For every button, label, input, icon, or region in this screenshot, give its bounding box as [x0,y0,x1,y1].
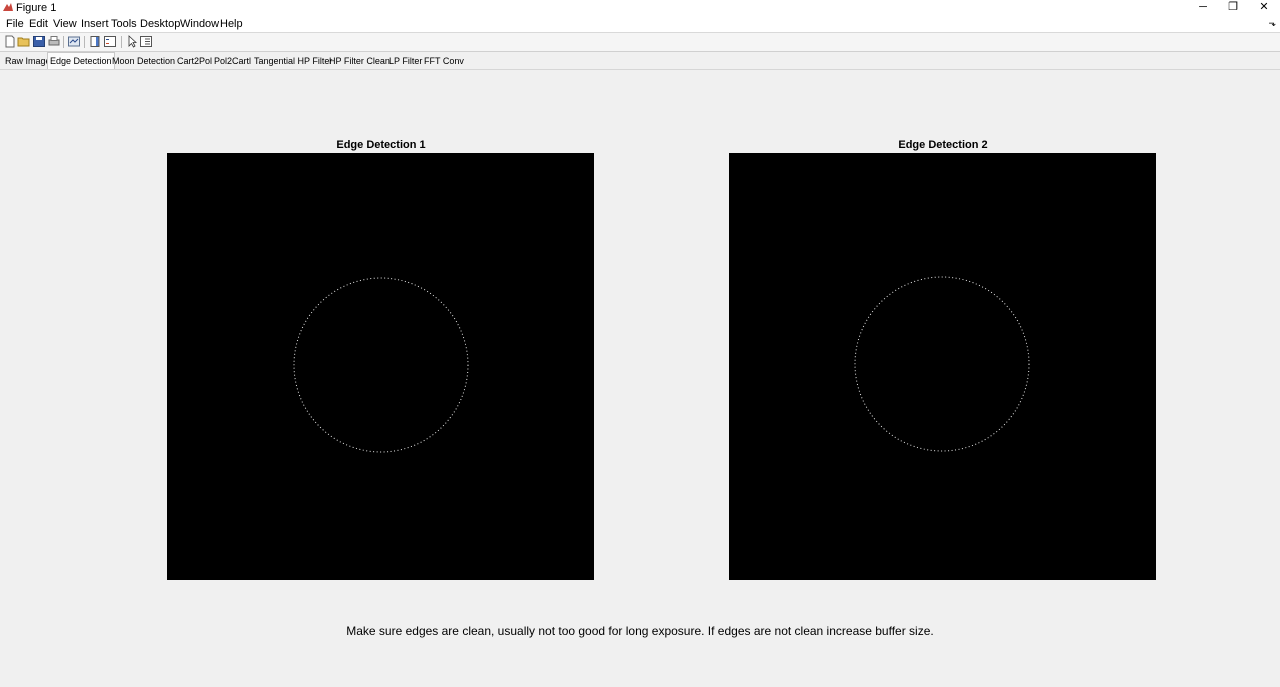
menu-window[interactable]: Window [180,18,219,30]
tab-strip: Raw Image Edge Detection Moon Detection … [0,52,1280,70]
edge-detection-1-axes[interactable] [167,153,594,580]
restore-button[interactable]: ❐ [1218,0,1248,16]
open-file-icon[interactable] [17,35,31,48]
tab-raw-image[interactable]: Raw Image [3,54,53,69]
menu-view[interactable]: View [53,18,77,30]
new-figure-icon[interactable] [3,35,17,48]
title-bar: Figure 1 ─ ❐ ✕ [0,0,1280,16]
legend-icon[interactable] [103,35,117,48]
print-icon[interactable] [47,35,61,48]
minimize-button[interactable]: ─ [1188,0,1218,16]
toolbar-separator [63,36,64,48]
matlab-app-icon [3,3,13,11]
edge-ring-2 [854,276,1030,452]
menu-insert[interactable]: Insert [81,18,109,30]
tab-fft-conv[interactable]: FFT Conv [422,54,466,69]
tab-edge-detection[interactable]: Edge Detection [47,52,115,70]
link-plot-icon[interactable] [67,35,81,48]
tab-panel-border [0,69,1280,70]
instruction-text: Make sure edges are clean, usually not t… [346,624,934,638]
menu-file[interactable]: File [6,18,24,30]
tab-tangential-hp-filter[interactable]: Tangential HP Filter [252,54,334,69]
menu-bar: File Edit View Insert Tools Desktop Wind… [0,16,1280,32]
tab-moon-detection[interactable]: Moon Detection [110,54,177,69]
dock-figure-icon[interactable]: ⬎ [1268,18,1276,29]
save-icon[interactable] [32,35,46,48]
menu-edit[interactable]: Edit [29,18,48,30]
tab-pol2cartl[interactable]: Pol2Cartl [212,54,253,69]
edge-ring-1 [293,277,469,453]
toolbar-separator [121,36,122,48]
toolbar-separator [84,36,85,48]
figure-toolbar [0,32,1280,52]
close-button[interactable]: ✕ [1249,0,1279,16]
menu-tools[interactable]: Tools [111,18,137,30]
property-inspector-icon[interactable] [139,35,153,48]
edit-plot-icon[interactable] [125,35,139,48]
tab-cart2pol[interactable]: Cart2Pol [175,54,214,69]
tab-lp-filter[interactable]: LP Filter [387,54,424,69]
window-title: Figure 1 [16,2,57,14]
menu-desktop[interactable]: Desktop [140,18,180,30]
colorbar-icon[interactable] [88,35,102,48]
plot-title-1: Edge Detection 1 [336,139,426,151]
plot-title-2: Edge Detection 2 [898,139,988,151]
tab-hp-filter-clean[interactable]: HP Filter Clean [327,54,392,69]
menu-help[interactable]: Help [220,18,243,30]
edge-detection-2-axes[interactable] [729,153,1156,580]
